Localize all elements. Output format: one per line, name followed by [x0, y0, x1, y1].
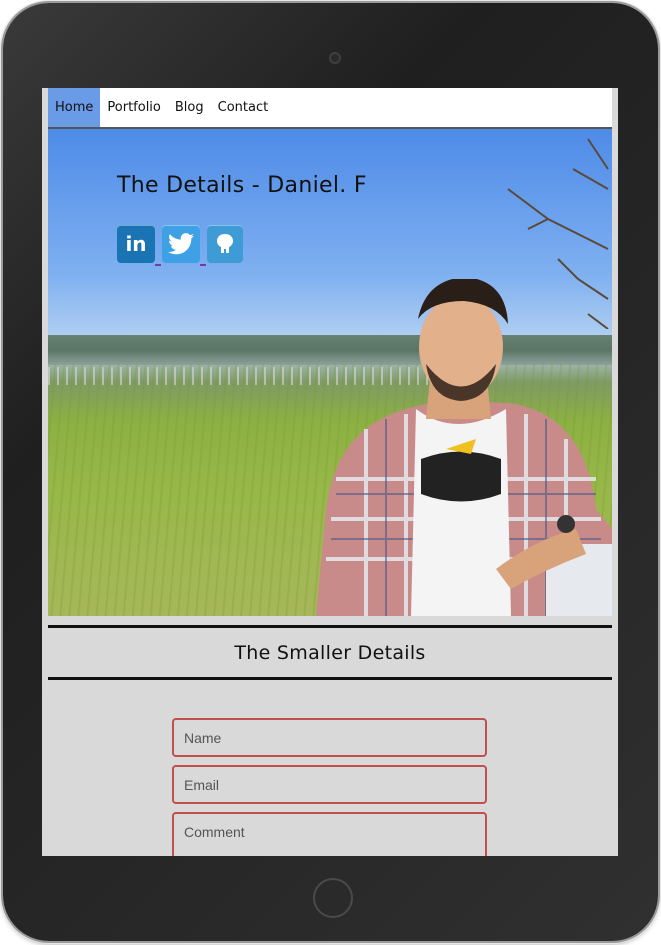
link-underline [200, 264, 206, 266]
home-button[interactable] [313, 878, 353, 918]
nav-home[interactable]: Home [48, 88, 101, 127]
nav-contact[interactable]: Contact [211, 88, 276, 127]
github-icon [217, 234, 233, 253]
name-field[interactable]: Name [172, 718, 487, 757]
contact-form: Name Email Comment [172, 718, 487, 856]
page: Home Portfolio Blog Contact The Details … [48, 88, 612, 856]
nav-blog[interactable]: Blog [168, 88, 211, 127]
comment-field[interactable]: Comment [172, 812, 487, 856]
hero-title: The Details - Daniel. F [117, 173, 367, 198]
social-links: in [117, 225, 243, 266]
hero-banner: The Details - Daniel. F in [48, 129, 612, 616]
smaller-details-header: The Smaller Details [48, 625, 612, 680]
tablet-screen: Home Portfolio Blog Contact The Details … [42, 88, 618, 856]
navbar: Home Portfolio Blog Contact [48, 88, 612, 129]
github-link[interactable] [207, 225, 243, 263]
twitter-icon [168, 233, 194, 255]
nav-portfolio[interactable]: Portfolio [100, 88, 167, 127]
portrait-photo [316, 279, 612, 616]
camera-icon [329, 52, 341, 64]
section-title: The Smaller Details [234, 641, 426, 664]
email-field[interactable]: Email [172, 765, 487, 804]
linkedin-link[interactable]: in [117, 225, 161, 266]
twitter-link[interactable] [162, 225, 206, 266]
linkedin-icon: in [125, 232, 147, 256]
link-underline [155, 264, 161, 266]
